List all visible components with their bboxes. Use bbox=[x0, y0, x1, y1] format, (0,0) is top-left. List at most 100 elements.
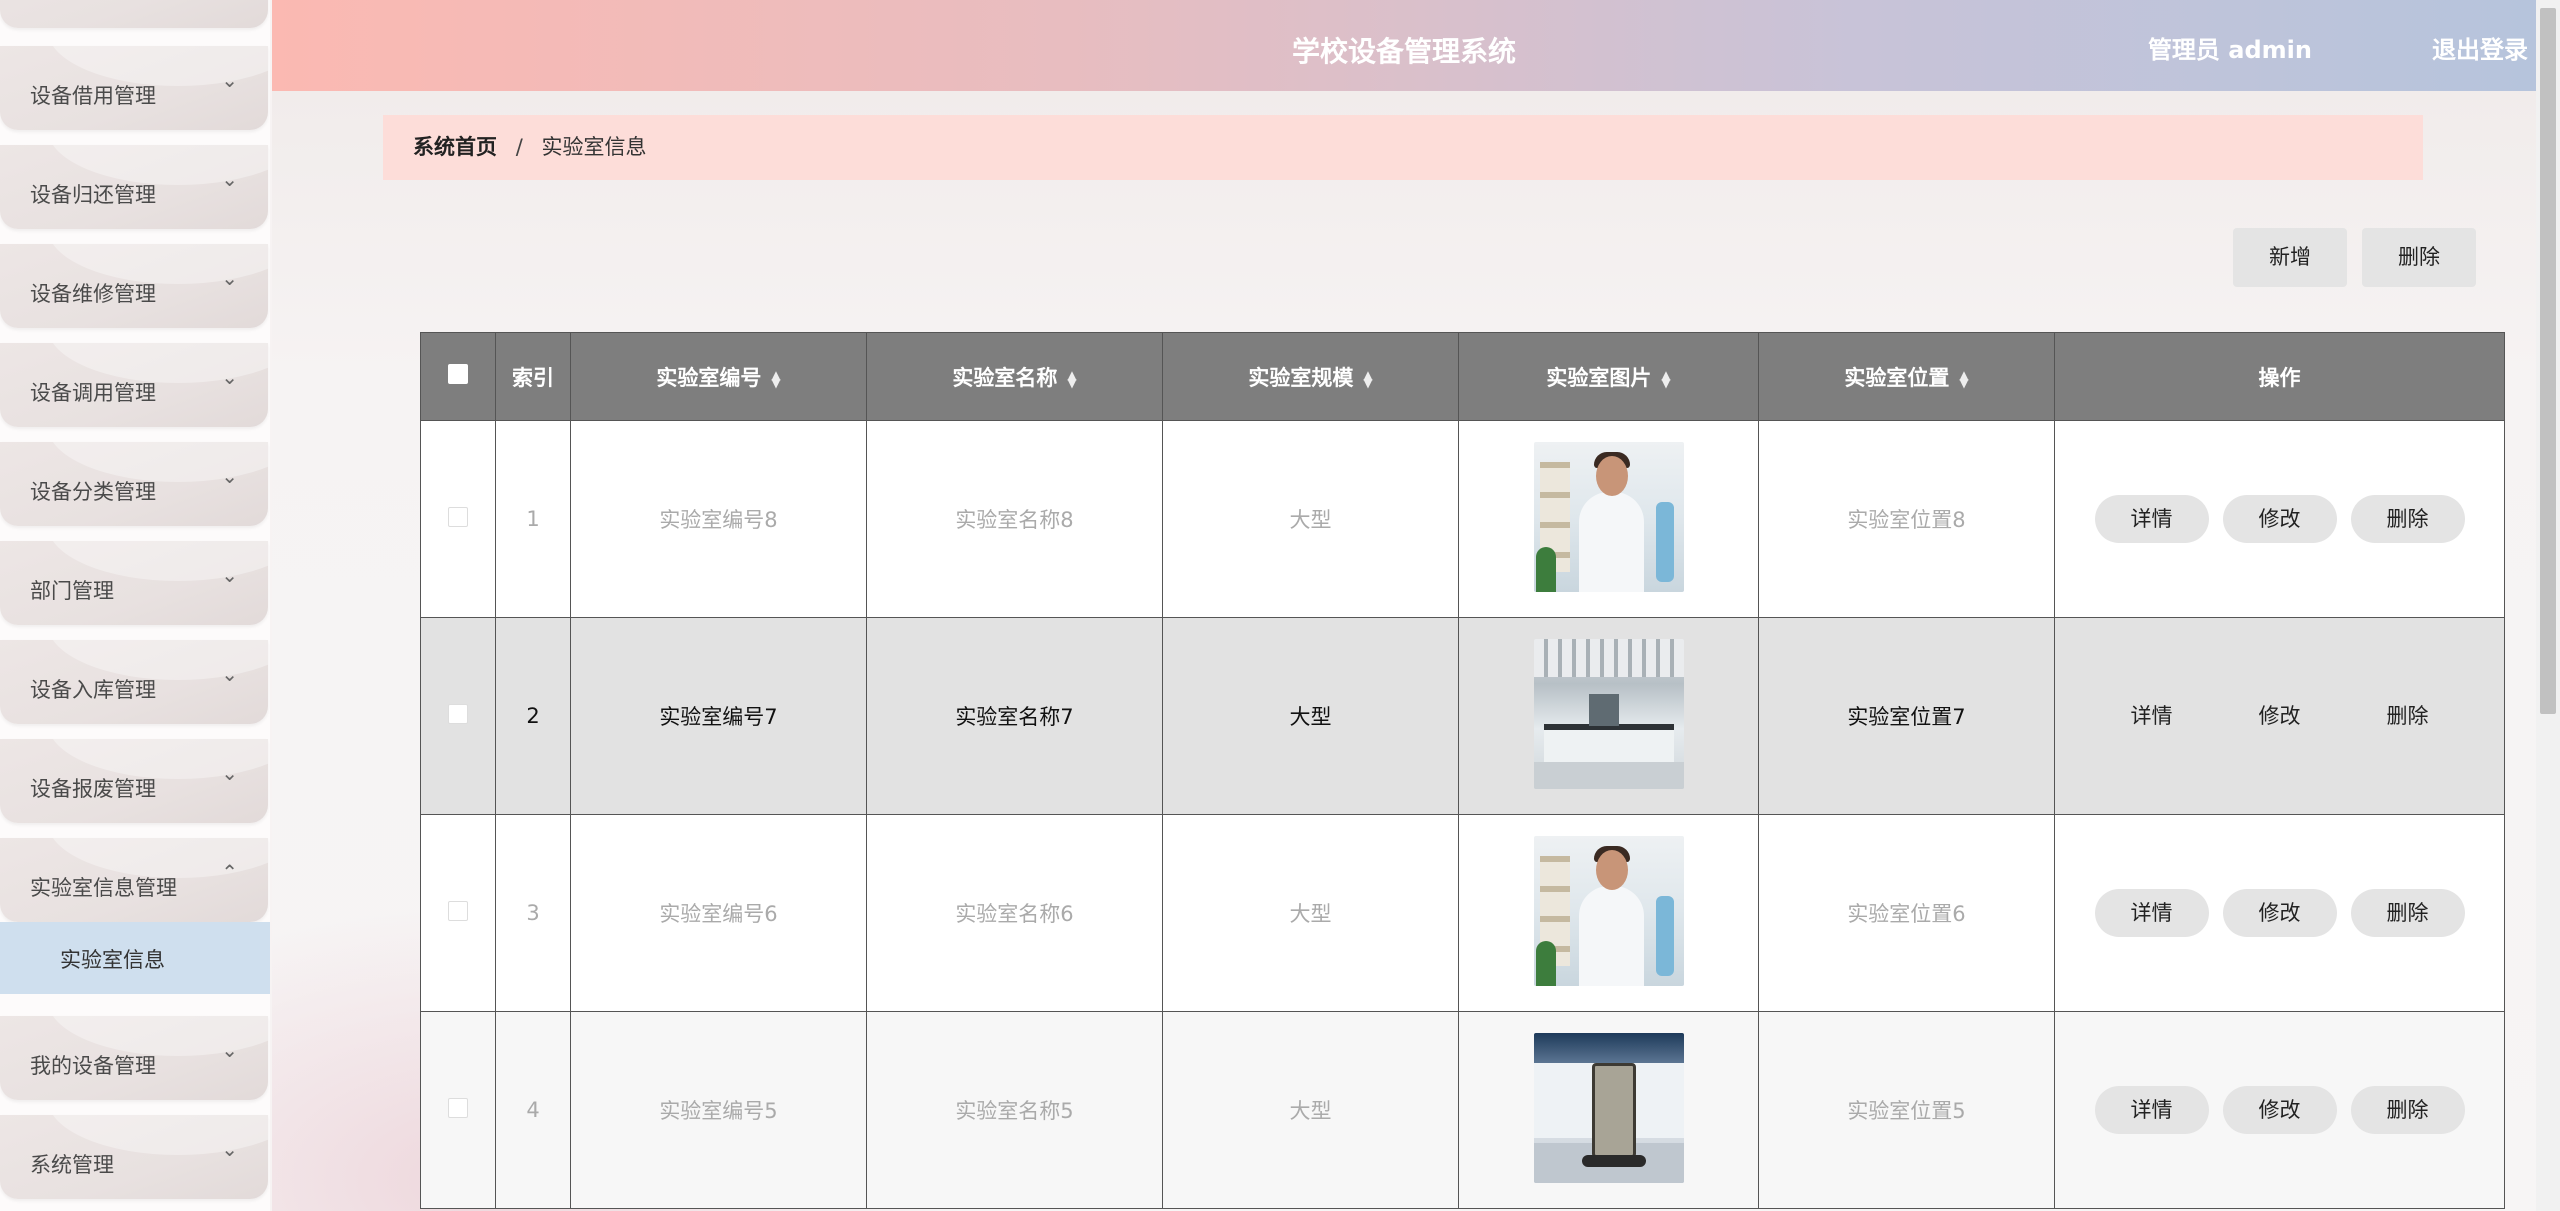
sidebar-item-dispatch[interactable]: 设备调用管理 ⌄ bbox=[0, 343, 268, 427]
user-label: 管理员 admin bbox=[2147, 36, 2312, 64]
cell-code: 实验室编号6 bbox=[570, 814, 867, 1012]
logout-link[interactable]: 退出登录 bbox=[2432, 30, 2528, 65]
sort-icon[interactable]: ▲ ▼ bbox=[771, 369, 780, 389]
cell-code: 实验室编号8 bbox=[570, 420, 867, 618]
sidebar-item-repair[interactable]: 设备维修管理 ⌄ bbox=[0, 244, 268, 328]
cell-index: 2 bbox=[495, 617, 571, 815]
cell-scale: 大型 bbox=[1162, 1011, 1459, 1209]
scrollbar-thumb[interactable] bbox=[2540, 8, 2556, 714]
page-scrollbar[interactable] bbox=[2536, 0, 2560, 1211]
breadcrumb-home[interactable]: 系统首页 bbox=[413, 135, 497, 159]
cell-location: 实验室位置6 bbox=[1758, 814, 2055, 1012]
cell-location: 实验室位置8 bbox=[1758, 420, 2055, 618]
sidebar-item-borrow[interactable]: 设备借用管理 ⌄ bbox=[0, 46, 268, 130]
row-checkbox[interactable] bbox=[448, 1097, 468, 1118]
chevron-down-icon: ⌄ bbox=[221, 68, 238, 92]
edit-button[interactable]: 修改 bbox=[2222, 889, 2337, 937]
sort-icon[interactable]: ▲ ▼ bbox=[1363, 369, 1372, 389]
row-checkbox[interactable] bbox=[448, 703, 468, 724]
chevron-down-icon: ⌄ bbox=[221, 266, 238, 290]
header-label: 实验室位置 bbox=[1844, 365, 1950, 390]
sidebar-item-label: 设备分类管理 bbox=[30, 480, 156, 504]
sidebar-item-system[interactable]: 系统管理 ⌄ bbox=[0, 1115, 268, 1199]
sort-icon[interactable]: ▲ ▼ bbox=[1067, 369, 1076, 389]
sidebar-item-category[interactable]: 设备分类管理 ⌄ bbox=[0, 442, 268, 526]
chevron-down-icon: ⌄ bbox=[221, 761, 238, 785]
chevron-down-icon: ⌄ bbox=[221, 662, 238, 686]
breadcrumb-current: 实验室信息 bbox=[541, 135, 647, 159]
breadcrumb: 系统首页 / 实验室信息 bbox=[383, 115, 2423, 180]
row-checkbox[interactable] bbox=[448, 900, 468, 921]
sidebar-item-label: 实验室信息管理 bbox=[30, 876, 177, 900]
sidebar-subitem-label: 实验室信息 bbox=[60, 948, 165, 972]
header-name[interactable]: 实验室名称 ▲ ▼ bbox=[866, 332, 1163, 421]
header-label: 实验室规模 bbox=[1248, 365, 1354, 390]
delete-button[interactable]: 删除 bbox=[2350, 889, 2465, 937]
delete-button[interactable]: 删除 bbox=[2350, 1086, 2465, 1134]
delete-button[interactable]: 删除 bbox=[2351, 692, 2465, 740]
sidebar-item-label: 设备入库管理 bbox=[30, 678, 156, 702]
detail-button[interactable]: 详情 bbox=[2094, 889, 2209, 937]
header-actions: 操作 bbox=[2054, 332, 2505, 421]
sidebar-item-scrap[interactable]: 设备报废管理 ⌄ bbox=[0, 739, 268, 823]
sort-icon[interactable]: ▲ ▼ bbox=[1959, 369, 1968, 389]
edit-button[interactable]: 修改 bbox=[2222, 1086, 2337, 1134]
header-label: 实验室名称 bbox=[952, 365, 1058, 390]
header-scale[interactable]: 实验室规模 ▲ ▼ bbox=[1162, 332, 1459, 421]
cell-scale: 大型 bbox=[1162, 617, 1459, 815]
cell-name: 实验室名称5 bbox=[866, 1011, 1163, 1209]
cell-location: 实验室位置5 bbox=[1758, 1011, 2055, 1209]
cell-actions: 详情 修改 删除 bbox=[2054, 617, 2505, 815]
header-label: 实验室图片 bbox=[1546, 365, 1652, 390]
lab-table: 索引 实验室编号 ▲ ▼ 实验室名称 ▲ ▼ 实验室规模 ▲ ▼ 实验室图片 ▲ ▼ 实验室位置… bbox=[420, 332, 2505, 1209]
sidebar-item-return[interactable]: 设备归还管理 ⌄ bbox=[0, 145, 268, 229]
row-checkbox[interactable] bbox=[448, 506, 468, 527]
lab-image[interactable] bbox=[1533, 1032, 1684, 1183]
sidebar-item-lab-info[interactable]: 实验室信息管理 ⌃ bbox=[0, 838, 268, 922]
detail-button[interactable]: 详情 bbox=[2094, 1086, 2209, 1134]
lab-image[interactable] bbox=[1533, 638, 1684, 789]
cell-code: 实验室编号5 bbox=[570, 1011, 867, 1209]
cell-location: 实验室位置7 bbox=[1758, 617, 2055, 815]
sidebar-subitem-lab-info[interactable]: 实验室信息 bbox=[0, 922, 270, 994]
sidebar-item-my-devices[interactable]: 我的设备管理 ⌄ bbox=[0, 1016, 268, 1100]
sidebar: 设备借用管理 ⌄ 设备归还管理 ⌄ 设备维修管理 ⌄ 设备调用管理 ⌄ 设备分类… bbox=[0, 0, 270, 1211]
cell-image bbox=[1458, 617, 1759, 815]
lab-image[interactable] bbox=[1533, 441, 1684, 592]
header-location[interactable]: 实验室位置 ▲ ▼ bbox=[1758, 332, 2055, 421]
table-row: 3 实验室编号6 实验室名称6 大型 实验室位置6 详情 修改 删除 bbox=[420, 814, 2505, 1012]
table-row: 4 实验室编号5 实验室名称5 大型 实验室位置5 详情 修改 删除 bbox=[420, 1011, 2505, 1209]
header-code[interactable]: 实验室编号 ▲ ▼ bbox=[570, 332, 867, 421]
detail-button[interactable]: 详情 bbox=[2095, 692, 2209, 740]
delete-button[interactable]: 删除 bbox=[2350, 495, 2465, 543]
select-all-checkbox[interactable] bbox=[448, 364, 468, 384]
cell-name: 实验室名称6 bbox=[866, 814, 1163, 1012]
chevron-down-icon: ⌄ bbox=[221, 464, 238, 488]
cell-index: 3 bbox=[495, 814, 571, 1012]
header-index: 索引 bbox=[495, 332, 571, 421]
edit-button[interactable]: 修改 bbox=[2222, 495, 2337, 543]
cell-actions: 详情 修改 删除 bbox=[2054, 1011, 2505, 1209]
cell-index: 4 bbox=[495, 1011, 571, 1209]
sidebar-item-department[interactable]: 部门管理 ⌄ bbox=[0, 541, 268, 625]
sidebar-item-top-partial[interactable] bbox=[0, 0, 268, 28]
cell-image bbox=[1458, 420, 1759, 618]
lab-image[interactable] bbox=[1533, 835, 1684, 986]
chevron-down-icon: ⌄ bbox=[221, 167, 238, 191]
select-all-cell bbox=[420, 332, 496, 421]
sidebar-item-label: 部门管理 bbox=[30, 579, 114, 603]
sort-icon[interactable]: ▲ ▼ bbox=[1661, 369, 1670, 389]
sidebar-item-label: 我的设备管理 bbox=[30, 1054, 156, 1078]
batch-delete-button[interactable]: 删除 bbox=[2362, 228, 2476, 287]
cell-scale: 大型 bbox=[1162, 814, 1459, 1012]
table-row: 1 实验室编号8 实验室名称8 大型 实验室位置8 详情 修改 删除 bbox=[420, 420, 2505, 618]
sidebar-item-stock-in[interactable]: 设备入库管理 ⌄ bbox=[0, 640, 268, 724]
detail-button[interactable]: 详情 bbox=[2094, 495, 2209, 543]
cell-actions: 详情 修改 删除 bbox=[2054, 420, 2505, 618]
sidebar-item-label: 设备维修管理 bbox=[30, 282, 156, 306]
add-button[interactable]: 新增 bbox=[2233, 228, 2347, 287]
edit-button[interactable]: 修改 bbox=[2223, 692, 2337, 740]
table-header-row: 索引 实验室编号 ▲ ▼ 实验室名称 ▲ ▼ 实验室规模 ▲ ▼ 实验室图片 ▲ ▼ 实验室位置… bbox=[420, 332, 2505, 421]
cell-scale: 大型 bbox=[1162, 420, 1459, 618]
header-image[interactable]: 实验室图片 ▲ ▼ bbox=[1458, 332, 1759, 421]
